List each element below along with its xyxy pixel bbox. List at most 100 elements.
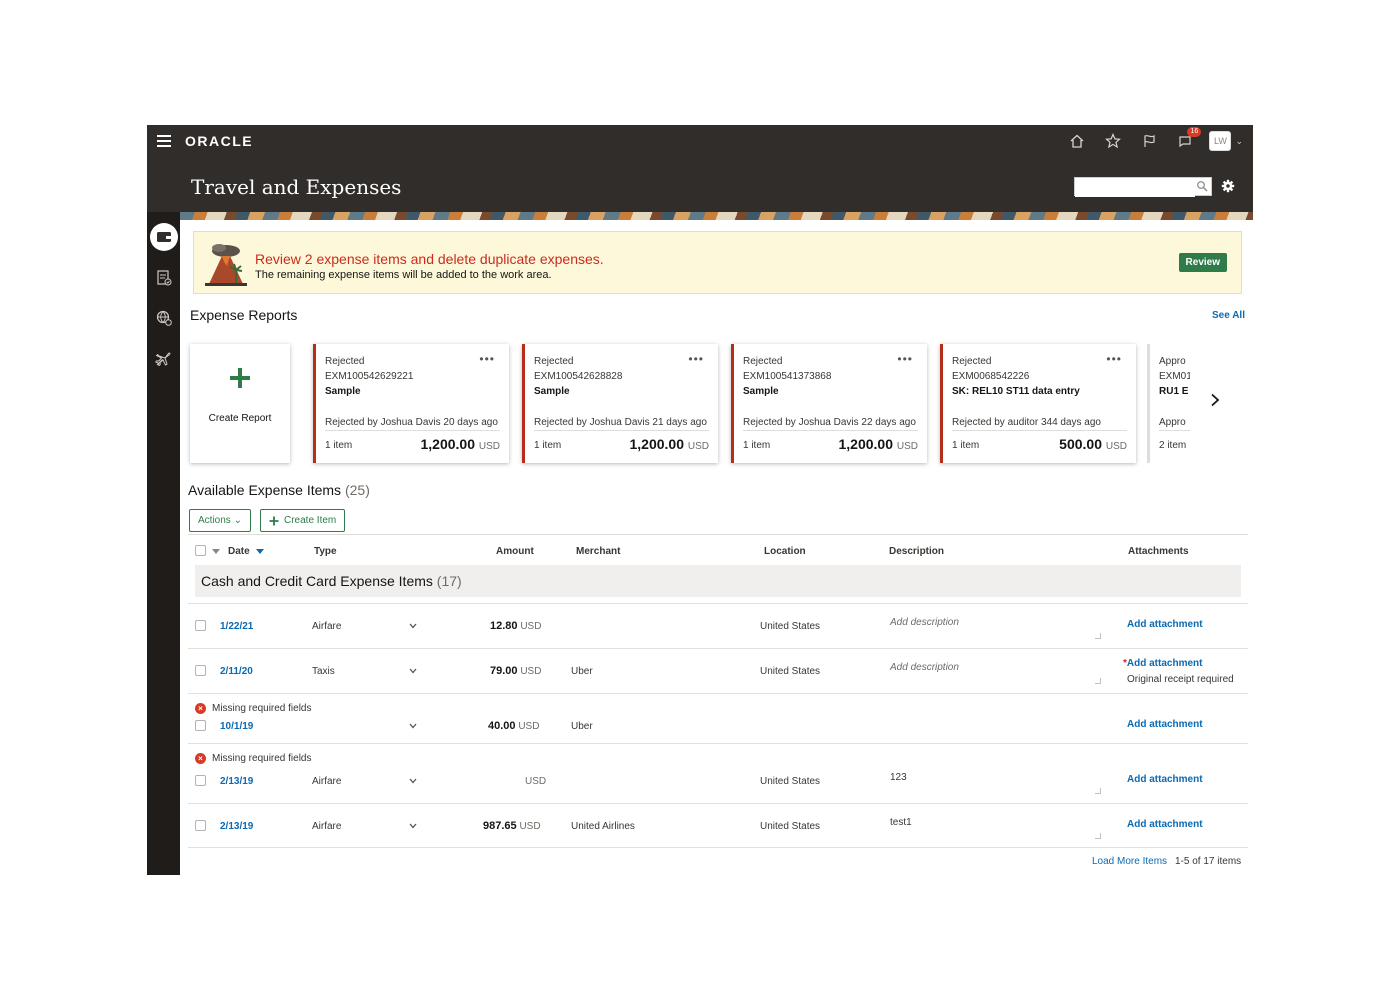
- column-header-attachments[interactable]: Attachments: [1128, 546, 1189, 557]
- expense-report-card[interactable]: Rejected ••• EXM100542629221 Sample Reje…: [313, 344, 509, 463]
- expense-type[interactable]: Airfare: [312, 821, 341, 832]
- more-options-icon[interactable]: •••: [688, 352, 704, 366]
- expense-type[interactable]: Taxis: [312, 666, 335, 677]
- rail-item-trips[interactable]: [147, 344, 180, 374]
- expense-report-card[interactable]: Rejected ••• EXM100541373868 Sample Reje…: [731, 344, 927, 463]
- report-purpose: RU1 E: [1159, 386, 1189, 397]
- resize-handle-icon[interactable]: [1095, 678, 1101, 684]
- row-divider: [188, 693, 1248, 694]
- chevron-down-icon[interactable]: ⌄: [1235, 136, 1243, 147]
- column-header-description[interactable]: Description: [889, 546, 944, 557]
- user-avatar[interactable]: LW: [1209, 131, 1232, 151]
- select-menu-caret-icon[interactable]: [212, 549, 220, 554]
- expense-date-link[interactable]: 2/13/19: [220, 821, 253, 832]
- description-field[interactable]: test1: [890, 817, 912, 828]
- amount-currency: USD: [520, 666, 542, 677]
- notifications-icon[interactable]: 16: [1167, 127, 1203, 152]
- create-item-button[interactable]: Create Item: [260, 509, 346, 532]
- expense-amount: 12.80 USD: [490, 620, 541, 632]
- expense-merchant: Uber: [571, 721, 593, 732]
- chevron-down-icon[interactable]: [409, 668, 417, 674]
- wallet-icon: [156, 232, 171, 242]
- add-attachment-link[interactable]: Add attachment: [1127, 719, 1203, 730]
- column-header-merchant[interactable]: Merchant: [576, 546, 620, 557]
- more-options-icon[interactable]: •••: [479, 352, 495, 366]
- report-currency: USD: [687, 441, 709, 452]
- add-attachment-link[interactable]: Add attachment: [1127, 774, 1203, 785]
- description-field[interactable]: Add description: [890, 662, 959, 673]
- rail-item-reports[interactable]: [147, 263, 180, 293]
- chevron-down-icon[interactable]: [409, 823, 417, 829]
- column-header-type[interactable]: Type: [314, 546, 337, 557]
- card-divider: [743, 430, 918, 431]
- actions-button[interactable]: Actions ⌄: [189, 509, 251, 532]
- expense-report-card[interactable]: Rejected ••• EXM100542628828 Sample Reje…: [522, 344, 718, 463]
- error-icon: ×: [195, 703, 206, 714]
- report-item-count: 2 item: [1159, 440, 1187, 451]
- create-report-card[interactable]: Create Report: [190, 344, 290, 463]
- gear-icon[interactable]: [1221, 179, 1235, 193]
- column-header-amount[interactable]: Amount: [496, 546, 534, 557]
- expense-date-link[interactable]: 1/22/21: [220, 621, 253, 632]
- search-icon[interactable]: [1196, 180, 1208, 192]
- expense-date-link[interactable]: 2/11/20: [220, 666, 253, 677]
- column-header-date[interactable]: Date: [228, 546, 250, 557]
- report-status: Rejected: [534, 356, 574, 367]
- report-currency: USD: [896, 441, 918, 452]
- resize-handle-icon[interactable]: [1095, 833, 1101, 839]
- row-checkbox[interactable]: [195, 820, 206, 831]
- report-rejected-by: Rejected by Joshua Davis 22 days ago: [743, 417, 916, 428]
- expense-amount: USD: [525, 775, 546, 787]
- description-field[interactable]: Add description: [890, 617, 959, 628]
- expense-type[interactable]: Airfare: [312, 621, 341, 632]
- row-checkbox[interactable]: [195, 720, 206, 731]
- column-header-location[interactable]: Location: [764, 546, 806, 557]
- report-amount-value: 500.00: [1059, 436, 1102, 452]
- report-status: Appro: [1159, 356, 1186, 367]
- row-checkbox[interactable]: [195, 665, 206, 676]
- menu-icon[interactable]: [157, 135, 171, 147]
- review-button[interactable]: Review: [1178, 253, 1227, 272]
- expense-amount: 40.00 USD: [488, 720, 539, 732]
- add-attachment-link[interactable]: Add attachment: [1127, 819, 1203, 830]
- amount-currency: USD: [520, 621, 542, 632]
- chevron-right-icon[interactable]: [1209, 393, 1221, 407]
- expense-report-card[interactable]: Appro EXM01 RU1 E Appro 2 item: [1147, 344, 1190, 463]
- resize-handle-icon[interactable]: [1095, 633, 1101, 639]
- favorites-star-icon[interactable]: [1095, 130, 1131, 152]
- app-window: ORACLE 16 LW ⌄ Travel and Expenses Revie…: [147, 125, 1253, 875]
- more-options-icon[interactable]: •••: [1106, 352, 1122, 366]
- sort-descending-icon[interactable]: [256, 549, 264, 554]
- amount-currency: USD: [525, 776, 547, 787]
- expense-date-link[interactable]: 2/13/19: [220, 776, 253, 787]
- expense-date-link[interactable]: 10/1/19: [220, 721, 253, 732]
- global-header: ORACLE 16 LW ⌄: [147, 125, 1253, 157]
- search-input[interactable]: [1075, 180, 1195, 197]
- flag-icon[interactable]: [1131, 130, 1167, 152]
- home-icon[interactable]: [1059, 130, 1095, 152]
- description-field[interactable]: 123: [890, 772, 907, 783]
- load-more-items-link[interactable]: Load More Items: [1092, 856, 1167, 867]
- expense-report-card[interactable]: Rejected ••• EXM0068542226 SK: REL10 ST1…: [940, 344, 1136, 463]
- chevron-down-icon[interactable]: [409, 778, 417, 784]
- more-options-icon[interactable]: •••: [897, 352, 913, 366]
- row-checkbox[interactable]: [195, 775, 206, 786]
- rail-item-travel-settings[interactable]: [147, 303, 180, 333]
- expense-location: United States: [760, 821, 821, 832]
- resize-handle-icon[interactable]: [1095, 788, 1101, 794]
- add-attachment-link[interactable]: *Add attachment: [1123, 658, 1202, 669]
- chevron-down-icon[interactable]: [409, 723, 417, 729]
- expense-type[interactable]: Airfare: [312, 776, 341, 787]
- report-amount-value: 1,200.00: [629, 436, 684, 452]
- row-checkbox[interactable]: [195, 620, 206, 631]
- globe-gear-icon: [156, 310, 172, 326]
- add-attachment-link[interactable]: Add attachment: [1127, 619, 1203, 630]
- card-divider: [325, 430, 500, 431]
- group-label: Cash and Credit Card Expense Items (17): [201, 573, 462, 589]
- select-all-checkbox[interactable]: [195, 545, 206, 556]
- see-all-link[interactable]: See All: [1212, 310, 1245, 321]
- expense-items-count: (25): [344, 482, 370, 498]
- add-attachment-text: Add attachment: [1126, 658, 1203, 669]
- rail-item-wallet[interactable]: [147, 222, 180, 252]
- chevron-down-icon[interactable]: [409, 623, 417, 629]
